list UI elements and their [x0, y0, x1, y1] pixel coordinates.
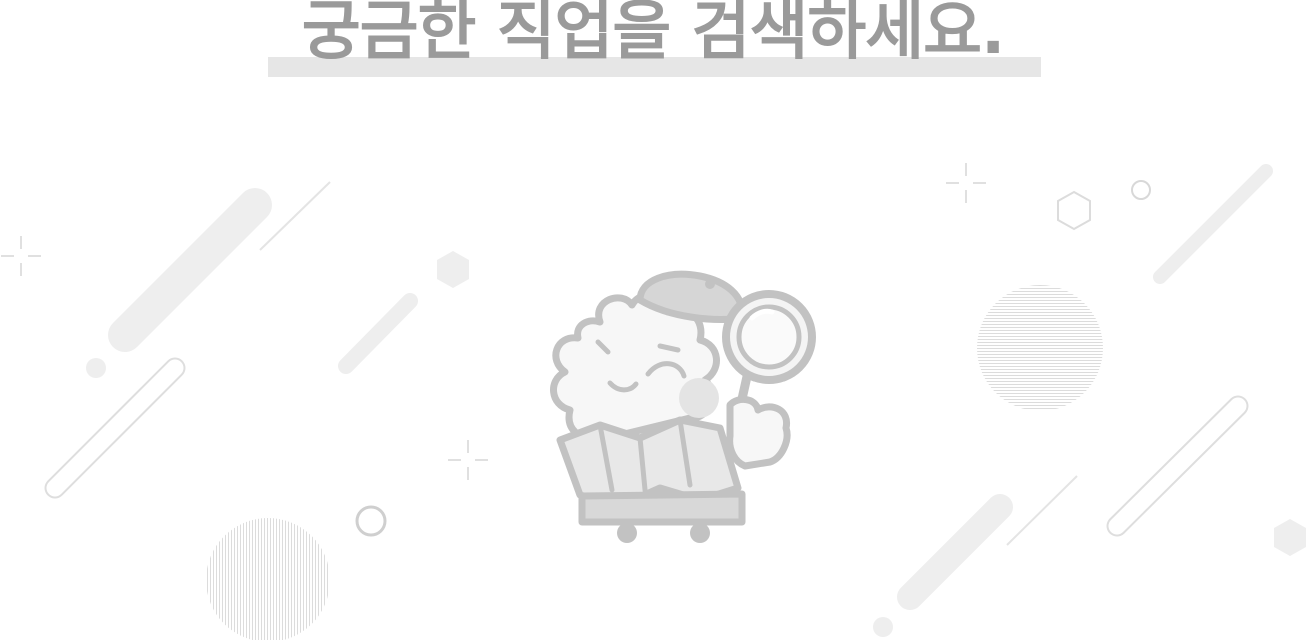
hexagon-icon: [1274, 519, 1306, 556]
detective-mascot-magnifier-icon: [550, 270, 816, 543]
ring-icon: [1131, 180, 1151, 200]
striped-circle-decor: [977, 285, 1103, 411]
hexagon-outline-icon: [1057, 190, 1091, 231]
decor-thick-slash: [897, 494, 1013, 610]
decor-dot: [86, 358, 106, 378]
sparkle-icon: [946, 163, 986, 203]
ring-icon: [355, 505, 387, 537]
decor-outline-capsule-inner: [46, 359, 184, 497]
decor-outline-capsule-inner: [1108, 397, 1247, 535]
decor-medium-slash: [338, 293, 418, 374]
background-decoration: [1, 163, 1306, 640]
hexagon-icon: [437, 251, 469, 288]
decor-dot: [873, 617, 893, 637]
empty-search-screen: 궁금한 직업을 검색하세요.: [0, 0, 1306, 640]
striped-circle-decor: [206, 518, 330, 640]
sparkle-icon: [1, 236, 41, 276]
decor-medium-slash: [1153, 164, 1273, 284]
decor-thin-slash: [1006, 475, 1078, 546]
decor-thick-slash: [108, 188, 272, 352]
sparkle-icon: [448, 440, 488, 480]
decor-thin-slash: [259, 181, 331, 251]
